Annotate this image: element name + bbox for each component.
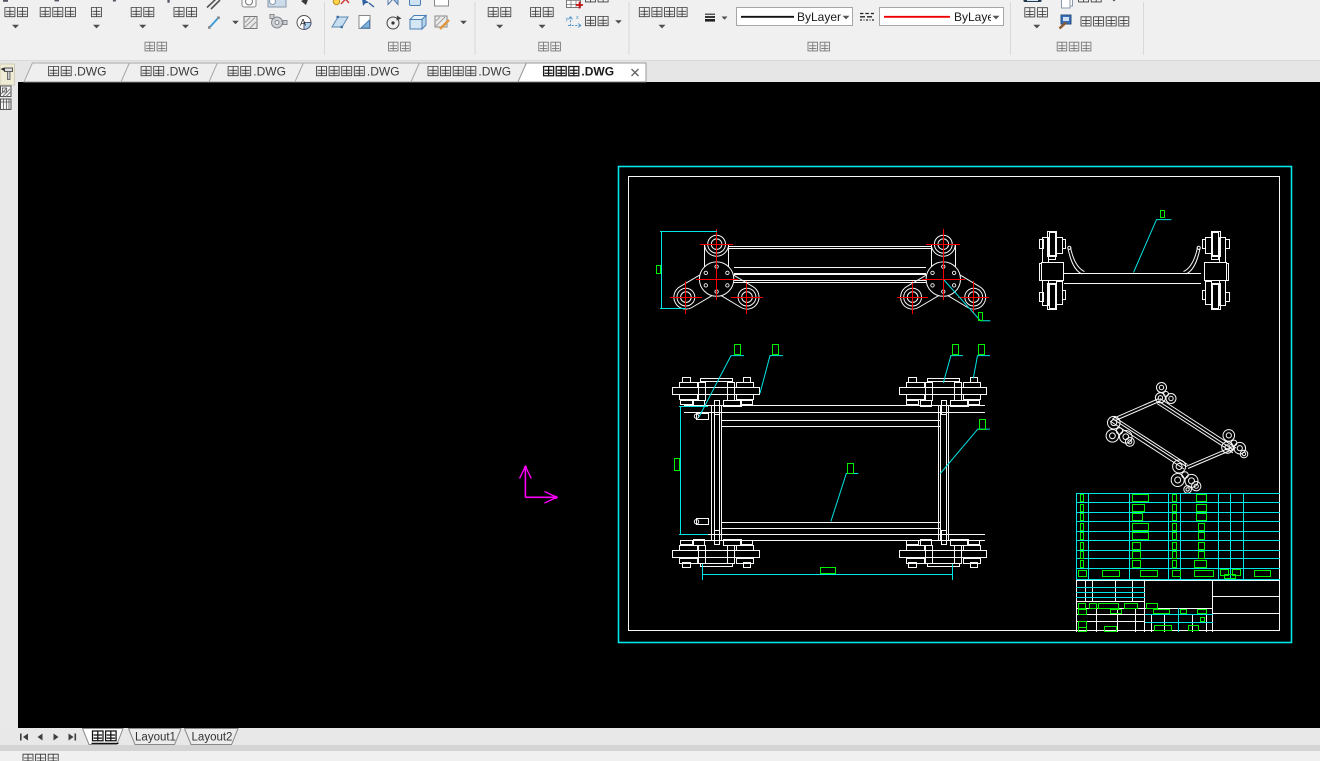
svg-text:A: A bbox=[300, 18, 306, 28]
svg-text:.DWG: .DWG bbox=[581, 65, 614, 79]
svg-text:y: y bbox=[566, 17, 569, 23]
svg-text:.DWG: .DWG bbox=[253, 65, 286, 79]
svg-text:x: x bbox=[576, 15, 579, 21]
svg-text:ByLayer: ByLayer bbox=[797, 10, 841, 24]
svg-text:Layout1: Layout1 bbox=[135, 731, 176, 743]
svg-text:.DWG: .DWG bbox=[367, 65, 400, 79]
svg-text:.DWG: .DWG bbox=[478, 65, 511, 79]
svg-text:.DWG: .DWG bbox=[166, 65, 199, 79]
svg-text:.DWG: .DWG bbox=[74, 65, 107, 79]
svg-text:Layout2: Layout2 bbox=[192, 731, 233, 743]
